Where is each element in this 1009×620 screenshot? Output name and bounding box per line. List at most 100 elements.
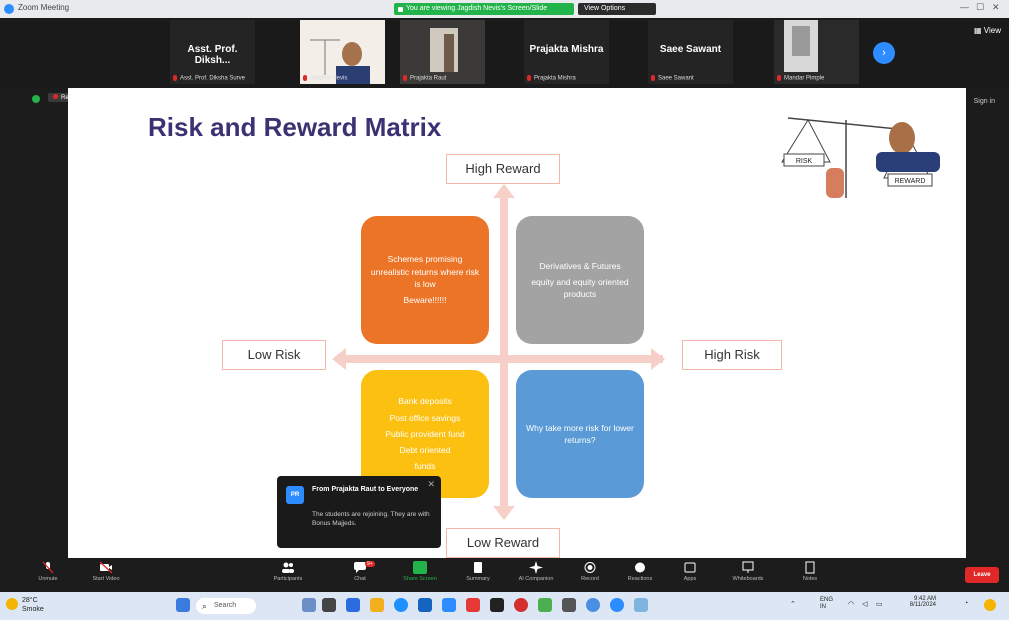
participants-icon <box>282 562 294 573</box>
wifi-icon[interactable]: ◠ <box>848 600 854 608</box>
record-button[interactable]: Record <box>562 561 618 582</box>
battery-icon[interactable]: ▭ <box>876 600 883 608</box>
sender-avatar: PR <box>286 486 304 504</box>
view-button[interactable]: ▦ View <box>974 26 1001 35</box>
participant-video <box>300 20 385 84</box>
participants-button[interactable]: Participants <box>260 561 316 582</box>
arrow-down-icon <box>493 506 515 520</box>
high-reward-label: High Reward <box>446 154 560 184</box>
quadrant-text: Bank deposits <box>398 396 452 407</box>
summary-icon <box>474 562 482 573</box>
edge-icon[interactable] <box>394 598 408 612</box>
store-icon[interactable] <box>418 598 432 612</box>
view-options-button[interactable]: View Options <box>578 3 656 15</box>
participant-tile[interactable]: Asst. Prof. Diksh... Asst. Prof. Diksha … <box>170 20 255 84</box>
microphone-muted-icon <box>42 561 54 574</box>
participant-name: Asst. Prof. Diksh... <box>187 44 238 66</box>
sign-in-link[interactable]: Sign in <box>974 98 995 105</box>
leave-button[interactable]: Leave <box>965 567 999 583</box>
youtube-icon[interactable] <box>466 598 480 612</box>
tray-chevron-icon[interactable]: ⌃ <box>790 600 796 608</box>
whiteboards-button[interactable]: Whiteboards <box>720 561 776 582</box>
quadrant-high-reward-high-risk: Derivatives & Futures equity and equity … <box>516 216 644 344</box>
reward-axis <box>500 196 508 514</box>
shield-icon[interactable] <box>32 95 40 103</box>
risk-reward-scale-image: RISK REWARD <box>778 98 948 208</box>
low-reward-label: Low Reward <box>446 528 560 558</box>
reactions-button[interactable]: Reactions <box>612 561 668 582</box>
quadrant-text: Beware!!!!!! <box>403 295 447 306</box>
maximize-icon[interactable]: ☐ <box>976 2 984 13</box>
whiteboard-icon <box>742 561 754 573</box>
chat-notification[interactable]: PR From Prajakta Raut to Everyone The st… <box>277 476 441 548</box>
mic-muted-icon <box>403 75 407 82</box>
participant-tile[interactable]: Mandar Pimple <box>774 20 859 84</box>
notes-button[interactable]: Notes <box>782 561 838 582</box>
chrome-icon[interactable] <box>586 598 600 612</box>
close-icon[interactable]: ✕ <box>427 479 435 490</box>
teams-icon[interactable] <box>346 598 360 612</box>
task-view-icon[interactable] <box>322 598 336 612</box>
participant-tile[interactable]: Saee Sawant Saee Sawant <box>648 20 733 84</box>
start-video-button[interactable]: Start Video <box>78 561 134 582</box>
mic-muted-icon <box>173 75 177 82</box>
participant-label: Saee Sawant <box>651 75 694 82</box>
clock[interactable]: 9:42 AM 8/11/2024 <box>896 596 936 608</box>
close-icon[interactable]: ✕ <box>992 2 1000 13</box>
participant-tile[interactable]: Jagdish Nevis <box>300 20 385 84</box>
participant-label: Prajakta Mishra <box>527 75 576 82</box>
unmute-button[interactable]: Unmute <box>20 561 76 582</box>
participant-video <box>774 20 859 84</box>
next-page-icon[interactable]: › <box>873 42 895 64</box>
notes-icon <box>805 561 815 574</box>
quadrant-text: Schemes promising unrealistic returns wh… <box>370 254 480 289</box>
temperature: 28°C <box>22 597 38 604</box>
participant-strip: Asst. Prof. Diksh... Asst. Prof. Diksha … <box>0 18 1009 88</box>
app-icon[interactable] <box>490 598 504 612</box>
share-screen-button[interactable]: Share Screen <box>392 561 448 582</box>
notification-icon[interactable]: ◔ <box>964 600 968 607</box>
copilot-icon[interactable] <box>984 599 996 611</box>
screen-share-banner: You are viewing Jagdish Nevis's Screen/S… <box>394 3 574 15</box>
window-title: Zoom Meeting <box>18 3 70 12</box>
quadrant-low-reward-high-risk: Why take more risk for lower returns? <box>516 370 644 498</box>
ai-companion-button[interactable]: AI Companion <box>508 561 564 582</box>
widgets-icon[interactable] <box>302 598 316 612</box>
weather-icon <box>6 598 18 610</box>
zoom-running-icon[interactable] <box>610 598 624 612</box>
participant-name: Prajakta Mishra <box>529 44 604 55</box>
scale-right-label: REWARD <box>895 178 926 185</box>
chat-badge: 9+ <box>365 561 375 567</box>
participant-label: Mandar Pimple <box>777 75 824 82</box>
low-risk-label: Low Risk <box>222 340 326 370</box>
share-screen-icon <box>413 561 427 574</box>
app-icon[interactable] <box>634 598 648 612</box>
taskbar-search[interactable]: Search <box>196 598 256 614</box>
minimize-icon[interactable]: — <box>960 2 969 12</box>
office-icon[interactable] <box>514 598 528 612</box>
app-icon[interactable] <box>538 598 552 612</box>
participant-label: Prajakta Raut <box>403 75 446 82</box>
app-icon[interactable] <box>562 598 576 612</box>
mic-muted-icon <box>527 75 531 82</box>
chat-message: The students are rejoining. They are wit… <box>312 511 430 527</box>
chat-button[interactable]: 9+ Chat <box>332 561 388 582</box>
mic-muted-icon <box>651 75 655 82</box>
windows-taskbar: 28°C Smoke Search ⌃ ENG IN ◠ ◁ ▭ 9:42 AM… <box>0 592 1009 620</box>
volume-icon[interactable]: ◁ <box>862 600 867 608</box>
quadrant-text: Post office savings <box>389 412 461 423</box>
heart-icon <box>635 562 645 573</box>
zoom-icon[interactable] <box>442 598 456 612</box>
quadrant-text: funds <box>414 461 436 472</box>
apps-button[interactable]: Apps <box>662 561 718 582</box>
language-indicator[interactable]: ENG IN <box>820 597 833 611</box>
participant-tile[interactable]: Prajakta Mishra Prajakta Mishra <box>524 20 609 84</box>
summary-button[interactable]: Summary <box>450 561 506 582</box>
participant-tile[interactable]: Prajakta Raut <box>400 20 485 84</box>
quadrant-text: Derivatives & Futures <box>539 260 621 271</box>
quadrant-text: Debt oriented <box>399 445 451 456</box>
file-explorer-icon[interactable] <box>370 598 384 612</box>
weather-widget[interactable]: 28°C Smoke <box>6 596 44 614</box>
arrow-right-icon <box>651 348 665 370</box>
start-icon[interactable] <box>176 598 190 612</box>
